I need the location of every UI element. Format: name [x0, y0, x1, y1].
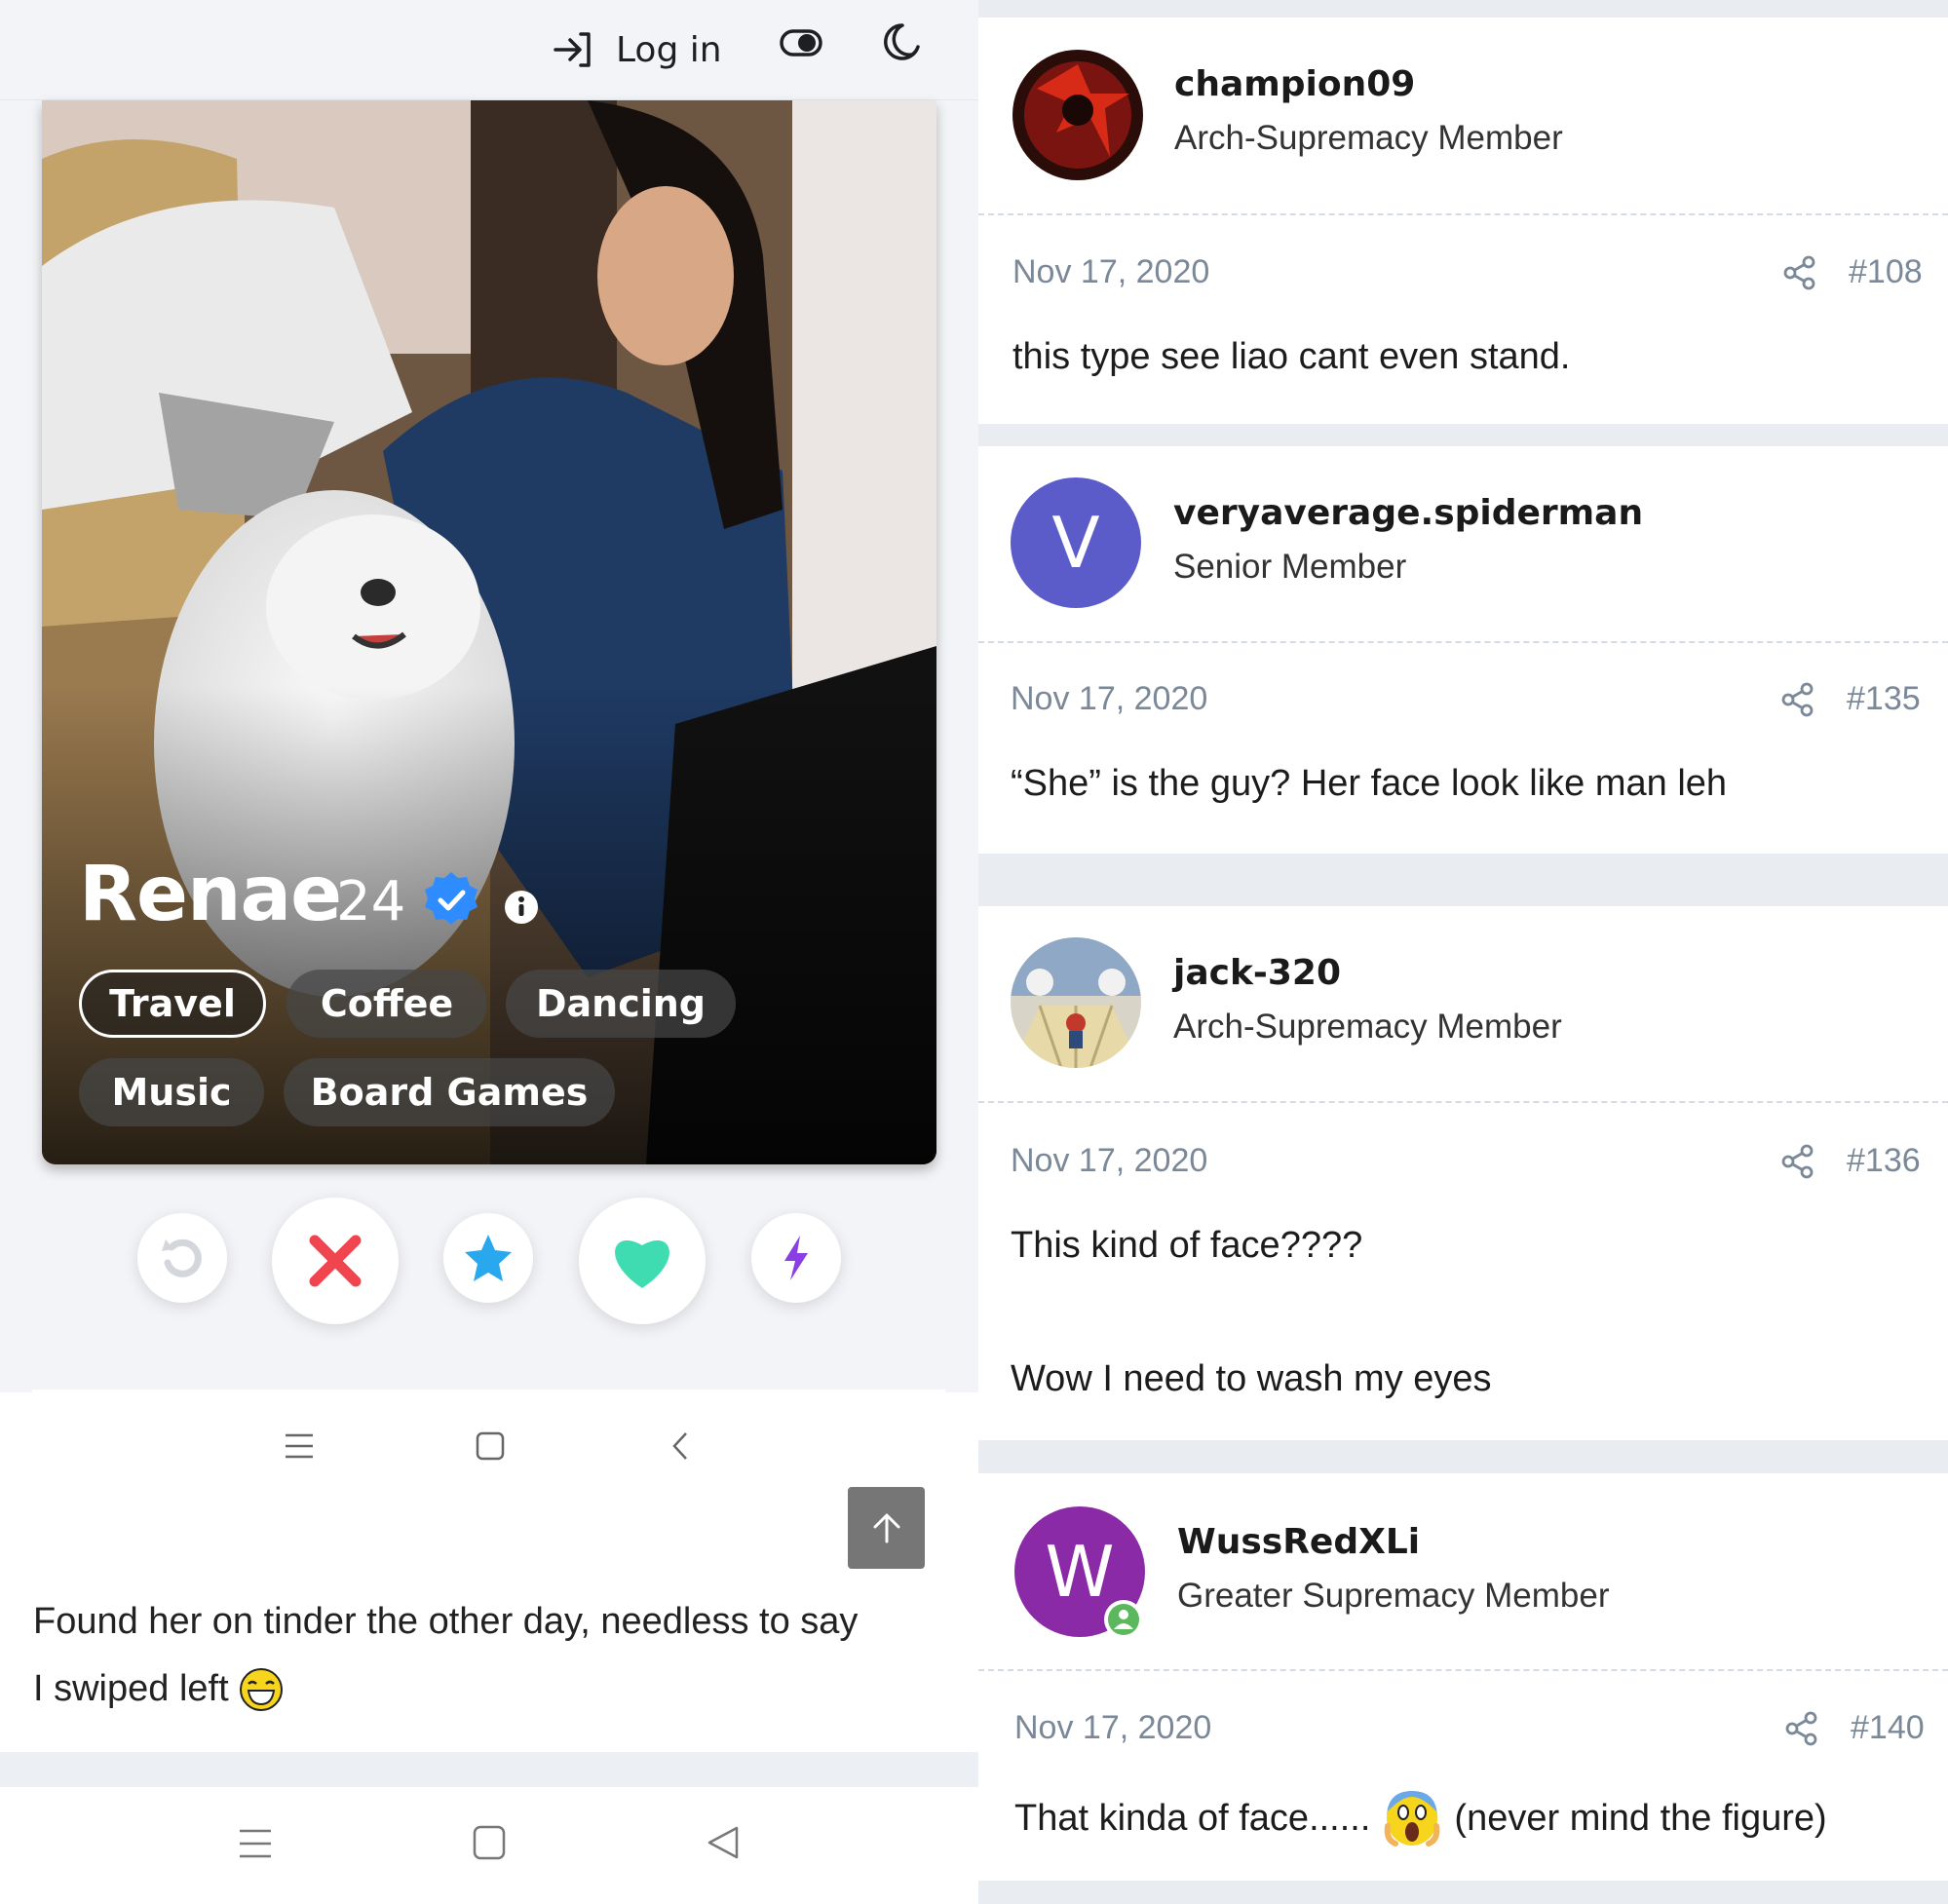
post-text-part-2: (never mind the figure)	[1454, 1797, 1827, 1839]
username[interactable]: champion09	[1174, 64, 1415, 104]
profile-name: Renae	[79, 851, 342, 938]
share-icon[interactable]	[1785, 1711, 1818, 1746]
boost-button[interactable]	[751, 1213, 841, 1303]
avatar-letter: V	[1051, 502, 1100, 584]
dark-mode-icon[interactable]	[883, 19, 924, 62]
boost-icon	[784, 1236, 808, 1280]
laughing-emoji-icon	[239, 1667, 283, 1711]
post-caption: Found her on tinder the other day, needl…	[33, 1588, 949, 1723]
rewind-icon	[162, 1238, 202, 1277]
online-status-icon	[1104, 1600, 1143, 1639]
toggle-style-icon[interactable]	[780, 25, 822, 60]
interest-chip-travel: Travel	[79, 970, 266, 1038]
super-like-button[interactable]	[443, 1213, 533, 1303]
caption-line-1: Found her on tinder the other day, needl…	[33, 1601, 859, 1642]
forum-post: V veryaverage.spiderman Senior Member No…	[978, 446, 1948, 854]
avatar-image	[1011, 937, 1141, 1068]
info-icon[interactable]	[504, 890, 539, 925]
like-button[interactable]	[579, 1198, 706, 1324]
post-number[interactable]: #140	[1851, 1709, 1925, 1747]
user-title: Arch-Supremacy Member	[1173, 1008, 1562, 1046]
forum-post: jack-320 Arch-Supremacy Member Nov 17, 2…	[978, 906, 1948, 1440]
post-header: V veryaverage.spiderman Senior Member	[978, 446, 1948, 643]
login-label: Log in	[616, 29, 722, 70]
post-date[interactable]: Nov 17, 2020	[1011, 680, 1207, 718]
post-text-part-1: That kinda of face......	[1014, 1797, 1371, 1839]
interest-chip-music: Music	[79, 1058, 264, 1126]
post-date[interactable]: Nov 17, 2020	[1012, 253, 1209, 291]
post-text: “She” is the guy? Her face look like man…	[1011, 763, 1728, 804]
menu-icon[interactable]	[238, 1826, 273, 1861]
post-header: jack-320 Arch-Supremacy Member	[978, 906, 1948, 1103]
post-header: champion09 Arch-Supremacy Member	[978, 18, 1948, 215]
profile-age: 24	[336, 870, 406, 933]
username[interactable]: WussRedXLi	[1177, 1522, 1420, 1562]
avatar[interactable]: W	[1014, 1506, 1145, 1639]
forum-post: champion09 Arch-Supremacy Member Nov 17,…	[978, 18, 1948, 424]
back-icon[interactable]	[668, 1430, 692, 1462]
interest-chip-dancing: Dancing	[506, 970, 736, 1038]
user-title: Greater Supremacy Member	[1177, 1577, 1610, 1615]
post-header: W WussRedXLi Greater Supremacy Member	[978, 1473, 1948, 1671]
post-text: That kinda of face...... (never mind the…	[1014, 1789, 1827, 1847]
phone-navbar-inner	[32, 1390, 945, 1504]
forum-thread: champion09 Arch-Supremacy Member Nov 17,…	[978, 0, 1948, 1904]
avatar-image	[1012, 50, 1143, 180]
nope-button[interactable]	[272, 1198, 399, 1324]
avatar[interactable]: V	[1011, 477, 1141, 608]
verified-badge-icon	[425, 872, 477, 925]
login-icon	[554, 32, 591, 67]
post-number[interactable]: #108	[1849, 253, 1923, 291]
tinder-screen: Renae 24 Travel Coffee Dancing Music Boa…	[0, 100, 978, 1392]
profile-card[interactable]: Renae 24 Travel Coffee Dancing Music Boa…	[42, 100, 936, 1164]
home-icon[interactable]	[475, 1430, 506, 1462]
username[interactable]: veryaverage.spiderman	[1173, 493, 1643, 533]
menu-icon[interactable]	[284, 1432, 315, 1460]
user-title: Arch-Supremacy Member	[1174, 119, 1563, 157]
post-text-line-2: Wow I need to wash my eyes	[1011, 1358, 1492, 1399]
interest-chip-board-games: Board Games	[284, 1058, 615, 1126]
post-text: this type see liao cant even stand.	[1012, 336, 1571, 377]
caption-line-2: I swiped left	[33, 1668, 229, 1709]
share-icon[interactable]	[1781, 1144, 1814, 1179]
post-date[interactable]: Nov 17, 2020	[1014, 1709, 1211, 1747]
username[interactable]: jack-320	[1173, 953, 1341, 993]
interest-chip-coffee: Coffee	[286, 970, 487, 1038]
post-date[interactable]: Nov 17, 2020	[1011, 1142, 1207, 1180]
super-like-icon	[465, 1235, 512, 1281]
forum-post: W WussRedXLi Greater Supremacy Member No…	[978, 1473, 1948, 1881]
post-number[interactable]: #136	[1847, 1142, 1921, 1180]
like-icon	[615, 1239, 669, 1288]
post-text-line-1: This kind of face????	[1011, 1225, 1363, 1266]
avatar[interactable]	[1012, 50, 1143, 180]
divider	[0, 1752, 978, 1787]
phone-navbar	[0, 1787, 978, 1904]
share-icon[interactable]	[1783, 255, 1816, 290]
top-bar: Log in	[0, 0, 978, 100]
rewind-button[interactable]	[137, 1213, 227, 1303]
nope-icon	[309, 1235, 362, 1287]
left-screenshot: Log in Renae 24 Travel Coffee Dancing Mu…	[0, 0, 978, 1904]
scroll-to-top-button[interactable]	[848, 1487, 925, 1569]
share-icon[interactable]	[1781, 682, 1814, 717]
login-button[interactable]: Log in	[552, 18, 722, 82]
home-icon[interactable]	[472, 1824, 507, 1861]
avatar[interactable]	[1011, 937, 1141, 1068]
back-icon[interactable]	[706, 1824, 741, 1861]
screaming-emoji-icon	[1385, 1791, 1440, 1847]
arrow-up-icon	[873, 1513, 899, 1543]
user-title: Senior Member	[1173, 548, 1407, 586]
post-number[interactable]: #135	[1847, 680, 1921, 718]
